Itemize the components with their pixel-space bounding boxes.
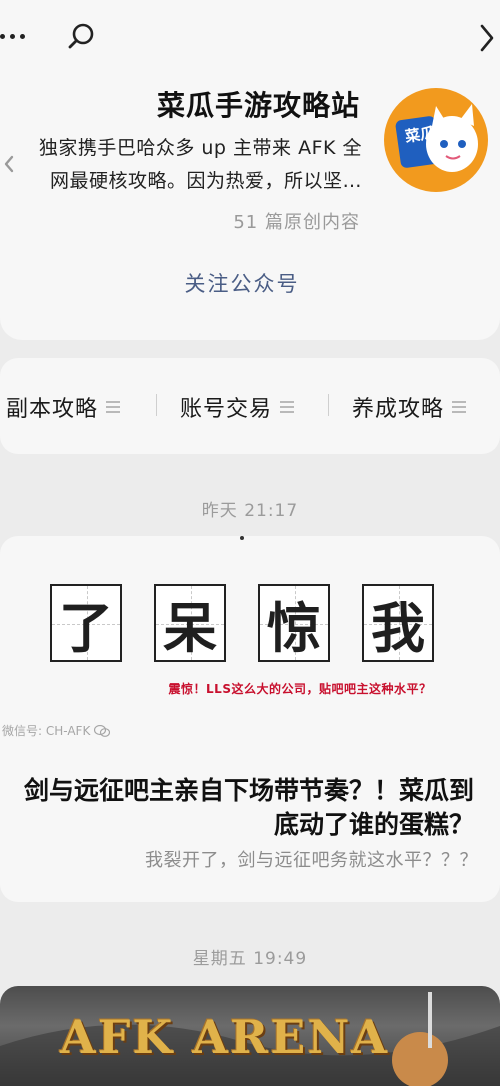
article-title-line-2[interactable]: 底动了谁的蛋糕？ xyxy=(0,808,496,842)
menu-lines-icon xyxy=(280,400,295,414)
follow-account-link[interactable]: 关注公众号 xyxy=(0,268,500,298)
menu-item-label[interactable]: 副本攻略 xyxy=(6,391,98,423)
avatar[interactable]: 菜瓜 xyxy=(384,88,488,192)
article-title[interactable]: 剑与远征吧主亲自下场带节奏？！菜瓜到 底动了谁的蛋糕？ xyxy=(0,774,496,842)
cover-char: 呆 xyxy=(163,595,217,660)
indicator-dot xyxy=(240,536,244,540)
menu-item-account-trade[interactable]: 账号交易 xyxy=(180,391,295,423)
menu-item-growth[interactable]: 养成攻略 xyxy=(352,391,467,423)
menu-item-label[interactable]: 养成攻略 xyxy=(352,391,444,423)
timestamp: 昨天 21:17 xyxy=(201,501,299,521)
wechat-id-caption: 微信号: CH-AFK xyxy=(2,722,111,739)
chevron-left-icon[interactable] xyxy=(0,152,18,176)
more-options-icon[interactable] xyxy=(0,26,30,46)
chevron-right-icon[interactable] xyxy=(474,22,498,54)
search-icon[interactable] xyxy=(66,22,96,52)
original-count: 51 篇原创内容 xyxy=(233,212,360,233)
cover-char: 惊 xyxy=(267,595,321,660)
menu-divider xyxy=(328,394,329,416)
menu-lines-icon xyxy=(106,400,121,414)
timestamp: 星期五 19:49 xyxy=(192,949,308,969)
article-banner-image[interactable]: AFK ARENA xyxy=(0,986,500,1086)
menu-item-dungeon[interactable]: 副本攻略 xyxy=(6,391,121,423)
cover-char-box: 呆 xyxy=(154,584,226,662)
wechat-icon xyxy=(94,724,111,737)
cover-char: 我 xyxy=(371,595,425,660)
menu-lines-icon xyxy=(452,400,467,414)
cover-caption: 震惊！LLS这么大的公司，贴吧吧主这种水平？ xyxy=(168,682,432,696)
cover-char-box: 惊 xyxy=(258,584,330,662)
article-title-line-1[interactable]: 剑与远征吧主亲自下场带节奏？！菜瓜到 xyxy=(0,774,496,808)
account-description: 独家携手巴哈众多 up 主带来 AFK 全网最硬核攻略。因为热爱，所以坚… xyxy=(38,137,362,192)
cover-char: 了 xyxy=(59,595,113,660)
cover-char-box: 了 xyxy=(50,584,122,662)
menu-item-label[interactable]: 账号交易 xyxy=(180,391,272,423)
menu-divider xyxy=(156,394,157,416)
article-digest: 我裂开了，剑与远征吧务就这水平？？？ xyxy=(145,850,478,871)
follow-label[interactable]: 关注公众号 xyxy=(185,272,300,296)
wechat-id-text: 微信号: CH-AFK xyxy=(2,724,91,738)
banner-title: AFK ARENA xyxy=(60,1010,390,1064)
cover-char-box: 我 xyxy=(362,584,434,662)
account-name: 菜瓜手游攻略站 xyxy=(156,89,360,122)
